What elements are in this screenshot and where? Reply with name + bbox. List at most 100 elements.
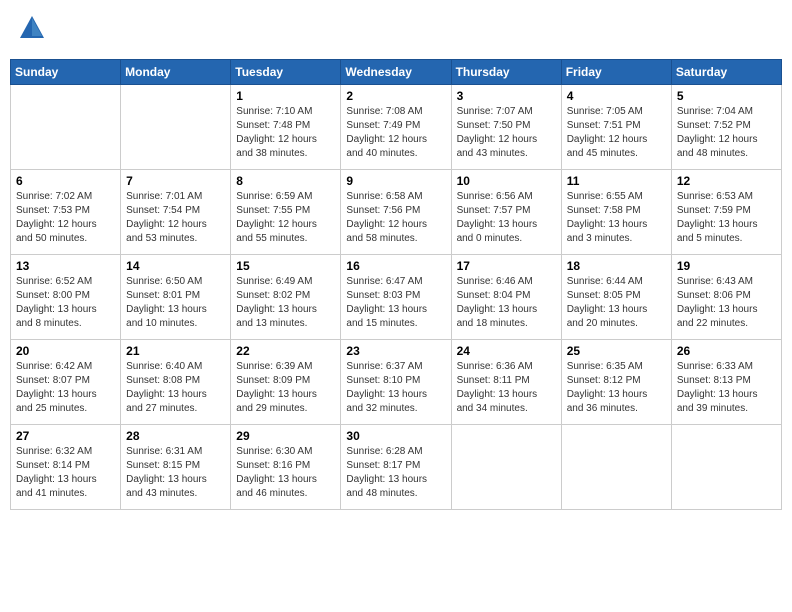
day-number: 28 [126,429,225,443]
day-info: Sunrise: 7:01 AMSunset: 7:54 PMDaylight:… [126,190,225,246]
day-info: Sunrise: 6:28 AMSunset: 8:17 PMDaylight:… [346,445,445,501]
calendar-cell [121,85,231,170]
calendar-cell: 30 Sunrise: 6:28 AMSunset: 8:17 PMDayligh… [341,425,451,510]
day-number: 16 [346,259,445,273]
calendar-cell: 4 Sunrise: 7:05 AMSunset: 7:51 PMDaylight… [561,85,671,170]
day-number: 15 [236,259,335,273]
day-info: Sunrise: 6:47 AMSunset: 8:03 PMDaylight:… [346,275,445,331]
calendar-cell: 24 Sunrise: 6:36 AMSunset: 8:11 PMDayligh… [451,340,561,425]
day-number: 30 [346,429,445,443]
calendar-table: SundayMondayTuesdayWednesdayThursdayFrid… [10,59,782,510]
logo [16,14,46,47]
day-info: Sunrise: 6:52 AMSunset: 8:00 PMDaylight:… [16,275,115,331]
calendar-cell: 23 Sunrise: 6:37 AMSunset: 8:10 PMDayligh… [341,340,451,425]
calendar-cell: 17Sunrise: 6:46 AMSunset: 8:04 PMDayligh… [451,255,561,340]
day-info: Sunrise: 6:59 AMSunset: 7:55 PMDaylight:… [236,190,335,246]
weekday-header: Thursday [451,60,561,85]
calendar-cell: 22 Sunrise: 6:39 AMSunset: 8:09 PMDayligh… [231,340,341,425]
calendar-cell: 13Sunrise: 6:52 AMSunset: 8:00 PMDayligh… [11,255,121,340]
day-number: 9 [346,174,445,188]
day-number: 11 [567,174,666,188]
calendar-week-row: 20 Sunrise: 6:42 AMSunset: 8:07 PMDayligh… [11,340,782,425]
day-info: Sunrise: 6:42 AMSunset: 8:07 PMDaylight:… [16,360,115,416]
calendar-cell: 20 Sunrise: 6:42 AMSunset: 8:07 PMDayligh… [11,340,121,425]
weekday-header: Monday [121,60,231,85]
day-number: 18 [567,259,666,273]
calendar-cell: 25 Sunrise: 6:35 AMSunset: 8:12 PMDayligh… [561,340,671,425]
day-number: 12 [677,174,776,188]
day-info: Sunrise: 6:53 AMSunset: 7:59 PMDaylight:… [677,190,776,246]
day-info: Sunrise: 7:08 AMSunset: 7:49 PMDaylight:… [346,105,445,161]
day-number: 2 [346,89,445,103]
day-info: Sunrise: 6:30 AMSunset: 8:16 PMDaylight:… [236,445,335,501]
weekday-header: Sunday [11,60,121,85]
day-number: 27 [16,429,115,443]
calendar-cell [561,425,671,510]
day-info: Sunrise: 6:43 AMSunset: 8:06 PMDaylight:… [677,275,776,331]
day-number: 8 [236,174,335,188]
day-number: 17 [457,259,556,273]
calendar-cell: 8 Sunrise: 6:59 AMSunset: 7:55 PMDaylight… [231,170,341,255]
day-number: 24 [457,344,556,358]
calendar-cell: 3 Sunrise: 7:07 AMSunset: 7:50 PMDaylight… [451,85,561,170]
calendar-cell: 28Sunrise: 6:31 AMSunset: 8:15 PMDayligh… [121,425,231,510]
day-info: Sunrise: 7:07 AMSunset: 7:50 PMDaylight:… [457,105,556,161]
calendar-week-row: 13Sunrise: 6:52 AMSunset: 8:00 PMDayligh… [11,255,782,340]
calendar-cell: 7 Sunrise: 7:01 AMSunset: 7:54 PMDaylight… [121,170,231,255]
calendar-cell [671,425,781,510]
calendar-cell [11,85,121,170]
calendar-cell: 11 Sunrise: 6:55 AMSunset: 7:58 PMDayligh… [561,170,671,255]
day-info: Sunrise: 6:39 AMSunset: 8:09 PMDaylight:… [236,360,335,416]
calendar-cell: 1 Sunrise: 7:10 AMSunset: 7:48 PMDaylight… [231,85,341,170]
logo-icon [18,14,46,42]
calendar-cell: 14 Sunrise: 6:50 AMSunset: 8:01 PMDayligh… [121,255,231,340]
day-info: Sunrise: 6:40 AMSunset: 8:08 PMDaylight:… [126,360,225,416]
day-info: Sunrise: 6:55 AMSunset: 7:58 PMDaylight:… [567,190,666,246]
day-number: 10 [457,174,556,188]
day-info: Sunrise: 7:04 AMSunset: 7:52 PMDaylight:… [677,105,776,161]
day-number: 5 [677,89,776,103]
day-info: Sunrise: 7:10 AMSunset: 7:48 PMDaylight:… [236,105,335,161]
day-number: 20 [16,344,115,358]
calendar-cell: 19 Sunrise: 6:43 AMSunset: 8:06 PMDayligh… [671,255,781,340]
day-info: Sunrise: 6:58 AMSunset: 7:56 PMDaylight:… [346,190,445,246]
calendar-cell: 21Sunrise: 6:40 AMSunset: 8:08 PMDayligh… [121,340,231,425]
calendar-cell: 6 Sunrise: 7:02 AMSunset: 7:53 PMDaylight… [11,170,121,255]
day-info: Sunrise: 6:33 AMSunset: 8:13 PMDaylight:… [677,360,776,416]
day-info: Sunrise: 7:02 AMSunset: 7:53 PMDaylight:… [16,190,115,246]
day-info: Sunrise: 6:44 AMSunset: 8:05 PMDaylight:… [567,275,666,331]
calendar-cell: 5 Sunrise: 7:04 AMSunset: 7:52 PMDaylight… [671,85,781,170]
calendar-header-row: SundayMondayTuesdayWednesdayThursdayFrid… [11,60,782,85]
day-number: 26 [677,344,776,358]
calendar-week-row: 6 Sunrise: 7:02 AMSunset: 7:53 PMDaylight… [11,170,782,255]
day-info: Sunrise: 6:37 AMSunset: 8:10 PMDaylight:… [346,360,445,416]
day-number: 6 [16,174,115,188]
day-number: 1 [236,89,335,103]
day-number: 23 [346,344,445,358]
day-number: 25 [567,344,666,358]
calendar-cell: 12 Sunrise: 6:53 AMSunset: 7:59 PMDayligh… [671,170,781,255]
day-info: Sunrise: 7:05 AMSunset: 7:51 PMDaylight:… [567,105,666,161]
day-info: Sunrise: 6:50 AMSunset: 8:01 PMDaylight:… [126,275,225,331]
calendar-cell: 2 Sunrise: 7:08 AMSunset: 7:49 PMDaylight… [341,85,451,170]
calendar-cell: 27Sunrise: 6:32 AMSunset: 8:14 PMDayligh… [11,425,121,510]
day-number: 7 [126,174,225,188]
weekday-header: Tuesday [231,60,341,85]
calendar-cell: 29 Sunrise: 6:30 AMSunset: 8:16 PMDayligh… [231,425,341,510]
day-number: 4 [567,89,666,103]
day-info: Sunrise: 6:35 AMSunset: 8:12 PMDaylight:… [567,360,666,416]
weekday-header: Friday [561,60,671,85]
calendar-cell: 18 Sunrise: 6:44 AMSunset: 8:05 PMDayligh… [561,255,671,340]
day-info: Sunrise: 6:36 AMSunset: 8:11 PMDaylight:… [457,360,556,416]
day-number: 3 [457,89,556,103]
calendar-cell: 16 Sunrise: 6:47 AMSunset: 8:03 PMDayligh… [341,255,451,340]
day-number: 19 [677,259,776,273]
page-header [10,10,782,51]
weekday-header: Saturday [671,60,781,85]
day-number: 22 [236,344,335,358]
day-number: 29 [236,429,335,443]
day-number: 14 [126,259,225,273]
weekday-header: Wednesday [341,60,451,85]
calendar-cell: 10Sunrise: 6:56 AMSunset: 7:57 PMDayligh… [451,170,561,255]
calendar-cell: 9 Sunrise: 6:58 AMSunset: 7:56 PMDaylight… [341,170,451,255]
